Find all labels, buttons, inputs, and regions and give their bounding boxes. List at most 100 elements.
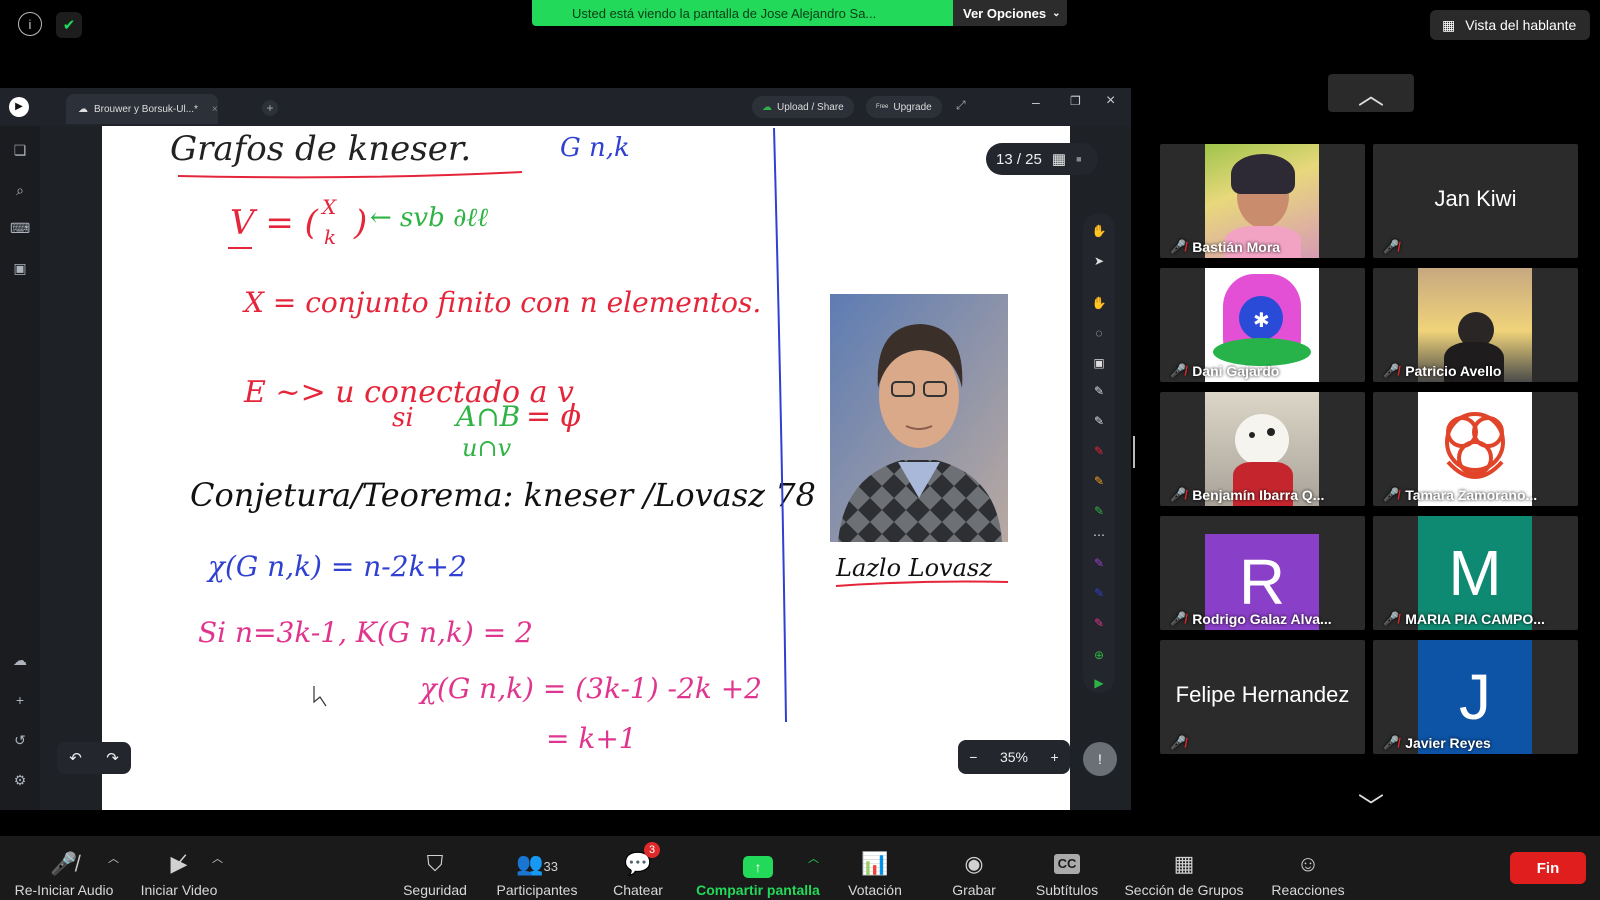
participant-tile[interactable]: 🎤̸ Bastián Mora <box>1160 144 1365 258</box>
participant-name: 🎤̸ Bastián Mora <box>1170 239 1281 255</box>
select-tool-icon[interactable]: ➤ <box>1089 251 1109 271</box>
participant-tile[interactable]: Felipe Hernandez 🎤̸ <box>1160 640 1365 754</box>
document-tab-title: Brouwer y Borsuk-Ul...* <box>94 103 198 115</box>
shared-whiteboard-app: ▶ ☁ Brouwer y Borsuk-Ul...* × + ☁ Upload … <box>0 88 1131 810</box>
pages-icon[interactable]: ❏ <box>10 140 30 160</box>
pen-blue-icon[interactable]: ✎ <box>1089 583 1109 603</box>
pan-tool-icon[interactable]: ✋ <box>1089 293 1109 313</box>
zoom-in-icon[interactable]: + <box>1051 749 1059 765</box>
wb-line-vnv: u∩v <box>462 434 512 462</box>
undo-icon[interactable]: ↶ <box>69 749 82 767</box>
mic-muted-icon: 🎤̸ <box>1383 487 1400 502</box>
participants-button[interactable]: 👥33 Participantes <box>492 842 582 898</box>
video-options-caret[interactable]: ︿ <box>212 850 223 866</box>
keyboard-icon[interactable]: ⌨ <box>10 218 30 238</box>
participant-tile[interactable]: J 🎤̸ Javier Reyes <box>1373 640 1578 754</box>
add-tool-icon[interactable]: ⊕ <box>1089 645 1109 665</box>
participant-tile[interactable]: 🎤̸ Patricio Avello <box>1373 268 1578 382</box>
bar-chart-icon: 📊 <box>861 851 889 876</box>
whiteboard-canvas[interactable]: Grafos de kneser. G n,k V = ( X k ) ← sv… <box>102 126 1070 810</box>
pen-red-icon[interactable]: ✎ <box>1089 441 1109 461</box>
shield-check-icon[interactable]: ✔ <box>56 12 82 38</box>
meeting-toolbar: 🎤̸ Re-Iniciar Audio ︿ ▶̸ Iniciar Video ︿… <box>0 836 1600 900</box>
grid-view-icon[interactable]: ▦ <box>1052 150 1066 168</box>
gallery-scroll-down-button[interactable]: ﹀ <box>1328 786 1414 824</box>
gallery-scroll-up-button[interactable]: ︿ <box>1328 74 1414 112</box>
end-meeting-button[interactable]: Fin <box>1510 852 1586 884</box>
breakout-rooms-button[interactable]: ▦ Sección de Grupos <box>1120 842 1248 898</box>
share-options-caret[interactable]: ︿ <box>808 850 819 866</box>
upgrade-button[interactable]: Free Upgrade <box>866 96 942 118</box>
upload-share-button[interactable]: ☁ Upload / Share <box>752 96 854 118</box>
speaker-view-button[interactable]: ▦ Vista del hablante <box>1430 10 1590 40</box>
security-label: Seguridad <box>403 882 467 898</box>
pen-purple-icon[interactable]: ✎ <box>1089 553 1109 573</box>
participant-tile[interactable]: ✱ 🎤̸ Dani Gajardo <box>1160 268 1365 382</box>
close-tab-icon[interactable]: × <box>212 104 218 115</box>
upgrade-badge: Free <box>876 104 889 110</box>
search-icon[interactable]: ⌕ <box>10 180 30 200</box>
feedback-icon[interactable]: ! <box>1083 742 1117 776</box>
chevron-down-icon: ⌄ <box>1052 7 1061 19</box>
play-tool-icon[interactable]: ▶ <box>1089 673 1109 693</box>
view-options-button[interactable]: Ver Opciones ⌄ <box>953 0 1067 26</box>
security-button[interactable]: ⛉ Seguridad <box>400 842 470 898</box>
document-tab[interactable]: ☁ Brouwer y Borsuk-Ul...* × <box>66 94 218 124</box>
participant-name: 🎤̸ <box>1170 735 1186 751</box>
cloud-sync-icon[interactable]: ☁ <box>10 650 30 670</box>
participant-display-name: Jan Kiwi <box>1434 186 1517 211</box>
breakout-grid-icon: ▦ <box>1173 851 1195 876</box>
new-tab-icon[interactable]: + <box>262 100 278 116</box>
wb-binom-close: ) <box>353 203 367 243</box>
app-titlebar: ▶ ☁ Brouwer y Borsuk-Ul...* × + ☁ Upload … <box>0 88 1131 126</box>
page-indicator[interactable]: 13 / 25 ▦ ■ <box>986 143 1098 175</box>
title-underline <box>177 171 523 179</box>
chat-label: Chatear <box>613 882 663 898</box>
pen-mode-icon[interactable]: ■ <box>1076 154 1081 164</box>
zoom-out-icon[interactable]: − <box>969 749 977 765</box>
reactions-button[interactable]: ☺ Reacciones <box>1268 842 1348 898</box>
share-screen-icon: ↑ <box>743 856 773 878</box>
record-button[interactable]: ◉ Grabar <box>946 842 1002 898</box>
divider-line <box>773 127 787 723</box>
history-icon[interactable]: ↺ <box>10 730 30 750</box>
minimize-icon[interactable]: – <box>1032 94 1040 110</box>
audio-button[interactable]: 🎤̸ Re-Iniciar Audio <box>10 842 118 898</box>
participant-tile[interactable]: M 🎤̸ MARIA PIA CAMPO... <box>1373 516 1578 630</box>
restore-icon[interactable]: ❐ <box>1070 94 1081 108</box>
settings-icon[interactable]: ⚙ <box>10 770 30 790</box>
add-page-icon[interactable]: + <box>10 690 30 710</box>
grid-icon: ▦ <box>1442 16 1456 33</box>
participant-tile[interactable]: 🎤̸ Tamara Zamorano... <box>1373 392 1578 506</box>
poll-button[interactable]: 📊 Votación <box>842 842 908 898</box>
audio-options-caret[interactable]: ︿ <box>108 850 119 866</box>
undo-redo-controls: ↶ ↷ <box>57 742 131 774</box>
pen-black-icon[interactable]: ✎ <box>1089 381 1109 401</box>
participant-tile[interactable]: Jan Kiwi 🎤̸ <box>1373 144 1578 258</box>
more-tools-icon[interactable]: ⋯ <box>1089 525 1109 545</box>
image-tool-icon[interactable]: ▣ <box>1089 353 1109 373</box>
subtitles-button[interactable]: CC Subtítulos <box>1032 842 1102 898</box>
share-screen-button[interactable]: ↑ Compartir pantalla <box>694 842 822 898</box>
wb-title: Grafos de kneser. <box>170 129 471 169</box>
share-label: Compartir pantalla <box>696 882 820 898</box>
video-button[interactable]: ▶̸ Iniciar Video <box>136 842 222 898</box>
view-options-label: Ver Opciones <box>963 5 1047 21</box>
mic-muted-icon: 🎤̸ <box>1170 735 1187 750</box>
highlighter-icon[interactable]: ✎ <box>1089 471 1109 491</box>
expand-icon[interactable]: ⤢ <box>956 98 966 113</box>
info-icon[interactable]: i <box>18 12 42 36</box>
close-window-icon[interactable]: × <box>1106 92 1115 110</box>
hand-tool-icon[interactable]: ✋ <box>1089 221 1109 241</box>
eraser-icon[interactable]: ✎ <box>1089 411 1109 431</box>
gallery-resize-handle[interactable] <box>1133 436 1135 468</box>
participant-tile[interactable]: R 🎤̸ Rodrigo Galaz Alva... <box>1160 516 1365 630</box>
lasso-tool-icon[interactable]: ◌ <box>1089 323 1109 343</box>
pen-magenta-icon[interactable]: ✎ <box>1089 613 1109 633</box>
save-icon[interactable]: ▣ <box>10 258 30 278</box>
redo-icon[interactable]: ↷ <box>106 749 119 767</box>
pen-green-icon[interactable]: ✎ <box>1089 501 1109 521</box>
participant-tile[interactable]: 🎤̸ Benjamín Ibarra Q... <box>1160 392 1365 506</box>
wb-binom-bottom: k <box>324 225 336 249</box>
participant-name: 🎤̸ Tamara Zamorano... <box>1383 487 1538 503</box>
